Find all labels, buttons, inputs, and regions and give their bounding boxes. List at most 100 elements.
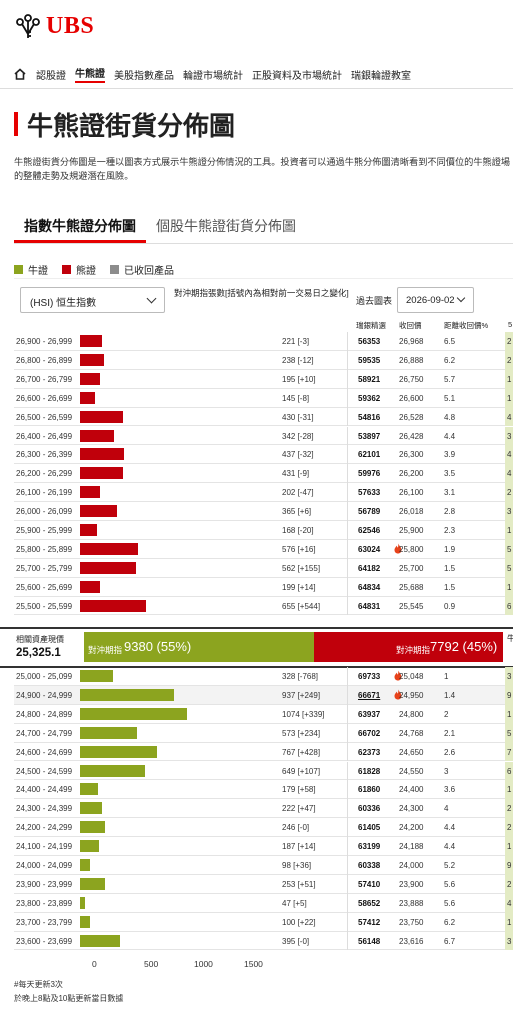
product-code-link[interactable]: 63199 [358,842,380,851]
chart-bar[interactable] [80,915,90,928]
chart-bar[interactable] [80,688,174,701]
product-code-link[interactable]: 63024 [358,545,380,554]
nav-item-warrants[interactable]: 認股證 [36,67,66,82]
chart-bar[interactable] [80,670,113,682]
product-code-link[interactable]: 61828 [358,767,380,776]
chart-bar[interactable] [80,764,145,777]
chart-row[interactable]: 23,600 - 23,699 395 [-0] 56148 23,616 6.7 3 [14,931,513,951]
chart-row[interactable]: 26,400 - 26,499 342 [-28] 53897 26,428 4.4 3 [14,426,513,446]
product-code-link[interactable]: 56353 [358,337,380,346]
product-code-link[interactable]: 60336 [358,804,380,813]
chart-row[interactable]: 24,900 - 24,999 937 [+249] 66671 24,950 1.4 9 [14,685,513,705]
chart-bar[interactable] [80,783,98,796]
chart-row[interactable]: 26,200 - 26,299 431 [-9] 59976 26,200 3.5 4 [14,464,513,484]
home-icon[interactable] [14,68,26,80]
chart-row[interactable]: 25,800 - 25,899 576 [+16] 63024 25,800 1.9 5 [14,539,513,559]
nav-item-classroom[interactable]: 瑞銀輪證教室 [351,67,411,82]
product-code-link[interactable]: 56148 [358,937,380,946]
chart-bar[interactable] [80,859,90,871]
chart-bar[interactable] [80,802,103,815]
product-code-link[interactable]: 62101 [358,450,380,459]
chart-row[interactable]: 26,100 - 26,199 202 [-47] 57633 26,100 3.1 2 [14,483,513,503]
chart-bar[interactable] [80,877,106,890]
chart-row[interactable]: 23,700 - 23,799 100 [+22] 57412 23,750 6.2 1 [14,912,513,932]
product-code-link[interactable]: 53897 [358,432,380,441]
product-code-link[interactable]: 64182 [358,564,380,573]
index-select[interactable]: (HSI) 恒生指數 [20,287,165,313]
product-code-link[interactable]: 54816 [358,413,380,422]
chart-row[interactable]: 24,600 - 24,699 767 [+428] 62373 24,650 2.6 7 [14,742,513,762]
chart-row[interactable]: 24,500 - 24,599 649 [+107] 61828 24,550 3 6 [14,761,513,781]
chart-bar[interactable] [80,599,146,612]
chart-row[interactable]: 26,800 - 26,899 238 [-12] 59535 26,888 6.2 2 [14,350,513,370]
tab-stock-cbbc[interactable]: 個股牛熊證街貨分佈圖 [156,216,296,236]
product-code-link[interactable]: 59976 [358,469,380,478]
chart-row[interactable]: 25,900 - 25,999 168 [-20] 62546 25,900 2.3 1 [14,521,513,540]
ubs-logo[interactable]: UBS [14,12,94,40]
chart-row[interactable]: 26,300 - 26,399 437 [-32] 62101 26,300 3.9 4 [14,445,513,465]
chart-bar[interactable] [80,726,138,739]
chart-bar[interactable] [80,840,99,853]
chart-row[interactable]: 24,400 - 24,499 179 [+58] 61860 24,400 3.6 1 [14,780,513,800]
chart-bar[interactable] [80,429,115,442]
nav-item-cbbc[interactable]: 牛熊證 [75,65,105,83]
chart-bar[interactable] [80,505,117,518]
chart-row[interactable]: 24,000 - 24,099 98 [+36] 60338 24,000 5.2 9 [14,856,513,875]
chart-bar[interactable] [80,561,137,574]
chart-bar[interactable] [80,391,95,404]
product-code-link[interactable]: 60338 [358,861,380,870]
product-code-link[interactable]: 66671 [358,691,380,700]
chart-bar[interactable] [80,524,97,536]
nav-item-stock-data[interactable]: 正股資料及市場統計 [252,67,342,82]
product-code-link[interactable]: 69733 [358,672,380,681]
product-code-link[interactable]: 62546 [358,526,380,535]
chart-row[interactable]: 26,900 - 26,999 221 [-3] 56353 26,968 6.5 2 [14,332,513,351]
chart-bar[interactable] [80,707,188,720]
chart-row[interactable]: 24,300 - 24,399 222 [+47] 60336 24,300 4 2 [14,799,513,819]
chart-row[interactable]: 24,700 - 24,799 573 [+234] 66702 24,768 2.1 5 [14,723,513,743]
nav-item-market-stats[interactable]: 輪證市場統計 [183,67,243,82]
product-code-link[interactable]: 59535 [358,356,380,365]
product-code-link[interactable]: 61860 [358,785,380,794]
chart-row[interactable]: 24,100 - 24,199 187 [+14] 63199 24,188 4.4 1 [14,837,513,856]
chart-bar[interactable] [80,467,124,480]
chart-row[interactable]: 25,700 - 25,799 562 [+155] 64182 25,700 1.5 5 [14,558,513,578]
chart-row[interactable]: 23,800 - 23,899 47 [+5] 58652 23,888 5.6 4 [14,893,513,913]
product-code-link[interactable]: 64834 [358,583,380,592]
chart-row[interactable]: 26,000 - 26,099 365 [+6] 56789 26,018 2.8 3 [14,502,513,521]
chart-bar[interactable] [80,580,100,593]
tab-index-cbbc[interactable]: 指數牛熊證分佈圖 [24,216,136,236]
chart-row[interactable]: 24,200 - 24,299 246 [-0] 61405 24,200 4.4 2 [14,818,513,838]
chart-row[interactable]: 25,000 - 25,099 328 [-768] 69733 25,048 1 3 [14,667,513,686]
product-code-link[interactable]: 63937 [358,710,380,719]
chart-row[interactable]: 25,600 - 25,699 199 [+14] 64834 25,688 1.5 1 [14,577,513,597]
product-code-link[interactable]: 57410 [358,880,380,889]
product-code-link[interactable]: 64831 [358,602,380,611]
chart-bar[interactable] [80,542,138,555]
product-code-link[interactable]: 62373 [358,748,380,757]
chart-bar[interactable] [80,934,120,947]
product-code-link[interactable]: 61405 [358,823,380,832]
chart-bar[interactable] [80,896,85,909]
chart-bar[interactable] [80,448,124,461]
product-code-link[interactable]: 58652 [358,899,380,908]
chart-bar[interactable] [80,353,104,366]
chart-bar[interactable] [80,486,101,499]
chart-bar[interactable] [80,372,100,385]
nav-item-us-index[interactable]: 美股指數產品 [114,67,174,82]
chart-bar[interactable] [80,821,105,834]
chart-bar[interactable] [80,410,123,423]
chart-row[interactable]: 26,700 - 26,799 195 [+10] 58921 26,750 5.7 1 [14,369,513,389]
chart-bar[interactable] [80,335,103,347]
chart-row[interactable]: 26,600 - 26,699 145 [-8] 59362 26,600 5.1 1 [14,388,513,408]
product-code-link[interactable]: 57633 [358,488,380,497]
chart-row[interactable]: 23,900 - 23,999 253 [+51] 57410 23,900 5.6 2 [14,874,513,894]
chart-row[interactable]: 25,500 - 25,599 655 [+544] 64831 25,545 0.9 6 [14,596,513,616]
product-code-link[interactable]: 66702 [358,729,380,738]
chart-bar[interactable] [80,745,157,758]
chart-row[interactable]: 26,500 - 26,599 430 [-31] 54816 26,528 4.8 4 [14,407,513,427]
product-code-link[interactable]: 57412 [358,918,380,927]
chart-row[interactable]: 24,800 - 24,899 1074 [+339] 63937 24,800 2 1 [14,704,513,724]
product-code-link[interactable]: 58921 [358,375,380,384]
product-code-link[interactable]: 56789 [358,507,380,516]
